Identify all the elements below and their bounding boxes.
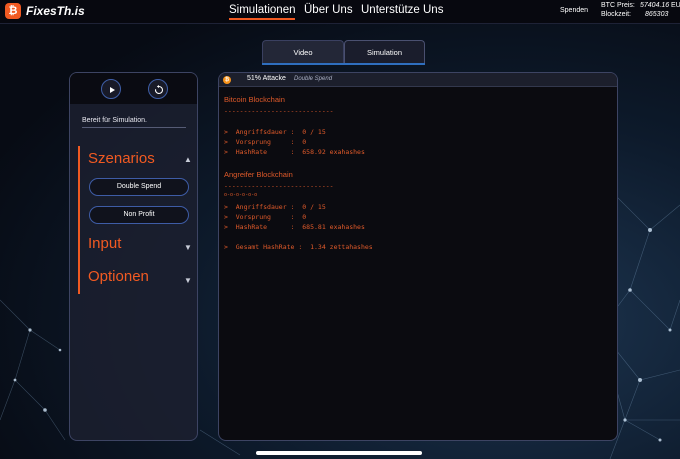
section-input[interactable]: Input (88, 235, 121, 252)
play-button[interactable] (101, 79, 121, 99)
tab-underline (262, 63, 425, 65)
bitcoin-hashrate: > HashRate : 658.92 exahashes (224, 148, 365, 156)
block-time-label: Blockzeit: (601, 11, 631, 18)
bitcoin-attack-duration: > Angriffsdauer : 0 / 15 (224, 128, 326, 136)
bitcoin-chain-title: Bitcoin Blockchain (224, 95, 285, 104)
reset-icon (155, 85, 164, 95)
attacker-lead: > Vorsprung : 0 (224, 213, 307, 221)
nav-simulationen[interactable]: Simulationen (229, 4, 296, 20)
top-navbar: ₿ FixesTh.is Simulationen Über Uns Unter… (0, 0, 680, 24)
console-subtitle: Double Spend (294, 76, 333, 82)
play-icon (110, 87, 115, 93)
chevron-down-icon[interactable]: ▼ (184, 276, 192, 285)
total-hashrate: > Gesamt HashRate : 1.34 zettahashes (224, 243, 373, 251)
double-spend-button[interactable]: Double Spend (89, 178, 189, 196)
donate-link[interactable]: Spenden (560, 7, 588, 14)
console-header: ₿ 51% Attacke Double Spend (219, 73, 617, 87)
reset-button[interactable] (148, 79, 168, 99)
btc-price-label: BTC Preis: (601, 2, 635, 9)
chevron-up-icon[interactable]: ▲ (184, 155, 192, 164)
tab-simulation[interactable]: Simulation (344, 40, 425, 64)
nav-unterstuetze-uns[interactable]: Unterstütze Uns (361, 4, 443, 16)
status-divider (82, 127, 186, 128)
attacker-hashrate: > HashRate : 685.81 exahashes (224, 223, 365, 231)
section-szenarios[interactable]: Szenarios (88, 150, 155, 167)
section-accent-bar (78, 146, 80, 294)
attacker-chain-blocks: o-o-o-o-o-o (224, 192, 258, 198)
btc-price-value: 57404.16 (640, 2, 670, 9)
bitcoin-icon: ₿ (223, 76, 231, 84)
console-title: 51% Attacke (247, 75, 286, 82)
control-toolbar (70, 73, 197, 104)
brand-name[interactable]: FixesTh.is (26, 4, 85, 18)
section-optionen[interactable]: Optionen (88, 268, 149, 285)
bitcoin-logo-icon[interactable]: ₿ (5, 3, 21, 19)
home-indicator (256, 451, 422, 455)
attacker-chain-title: Angreifer Blockchain (224, 170, 293, 179)
non-profit-button[interactable]: Non Profit (89, 206, 189, 224)
nav-ueber-uns[interactable]: Über Uns (304, 4, 353, 16)
attacker-chain-separator: ---------------------------- (224, 182, 334, 190)
btc-currency: EU (671, 2, 680, 9)
bitcoin-chain-separator: ---------------------------- (224, 107, 334, 115)
tab-video[interactable]: Video (262, 40, 344, 64)
simulation-status: Bereit für Simulation. (82, 117, 147, 124)
block-time-value: 865303 (645, 11, 669, 18)
bitcoin-lead: > Vorsprung : 0 (224, 138, 307, 146)
control-panel: Bereit für Simulation. Szenarios ▲ Doubl… (69, 72, 198, 441)
chevron-down-icon[interactable]: ▼ (184, 243, 192, 252)
simulation-console: ₿ 51% Attacke Double Spend Bitcoin Block… (218, 72, 618, 441)
attacker-attack-duration: > Angriffsdauer : 0 / 15 (224, 203, 326, 211)
